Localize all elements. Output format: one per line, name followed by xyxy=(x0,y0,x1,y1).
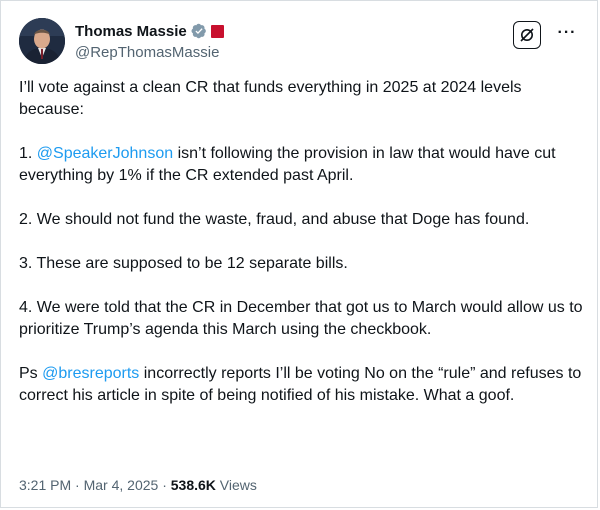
ps-prefix: Ps xyxy=(19,365,43,382)
tweet-intro: I’ll vote against a clean CR that funds … xyxy=(19,79,522,118)
tweet-point-2: 2. We should not fund the waste, fraud, … xyxy=(19,211,530,228)
grok-icon[interactable] xyxy=(513,21,541,49)
more-options-icon[interactable]: ··· xyxy=(555,23,579,43)
tweet-text: I’ll vote against a clean CR that funds … xyxy=(19,77,583,407)
mention-bresreports-link[interactable]: @bresreports xyxy=(42,365,139,382)
verified-badge-icon[interactable] xyxy=(191,23,207,39)
tweet-point-1: 1. @SpeakerJohnson isn’t following the p… xyxy=(19,143,583,187)
views-count[interactable]: 538.6K xyxy=(171,477,216,493)
meta-separator: · xyxy=(71,477,84,493)
tweet-point-4: 4. We were told that the CR in December … xyxy=(19,299,583,338)
author-names: Thomas Massie @RepThomasMassie xyxy=(75,21,224,61)
author-display-name[interactable]: Thomas Massie xyxy=(75,23,187,40)
affiliation-badge-icon[interactable] xyxy=(210,24,224,38)
tweet-ps: Ps @bresreports incorrectly reports I’ll… xyxy=(19,363,583,407)
views-label: Views xyxy=(215,477,257,493)
tweet-time-link[interactable]: 3:21 PM xyxy=(19,477,71,493)
tweet-card: Thomas Massie @RepThomasMassie ··· I’ll … xyxy=(0,0,598,508)
avatar-image xyxy=(19,18,65,64)
tweet-header: Thomas Massie @RepThomasMassie ··· xyxy=(19,17,579,65)
author-handle[interactable]: @RepThomasMassie xyxy=(75,44,224,61)
mention-speakerjohnson-link[interactable]: @SpeakerJohnson xyxy=(37,145,173,162)
tweet-meta: 3:21 PM · Mar 4, 2025 · 538.6K Views xyxy=(19,477,257,493)
tweet-date-link[interactable]: Mar 4, 2025 xyxy=(84,477,159,493)
meta-separator-2: · xyxy=(158,477,171,493)
point-1-number: 1. xyxy=(19,145,37,162)
tweet-point-3: 3. These are supposed to be 12 separate … xyxy=(19,255,348,272)
avatar[interactable] xyxy=(19,18,65,64)
